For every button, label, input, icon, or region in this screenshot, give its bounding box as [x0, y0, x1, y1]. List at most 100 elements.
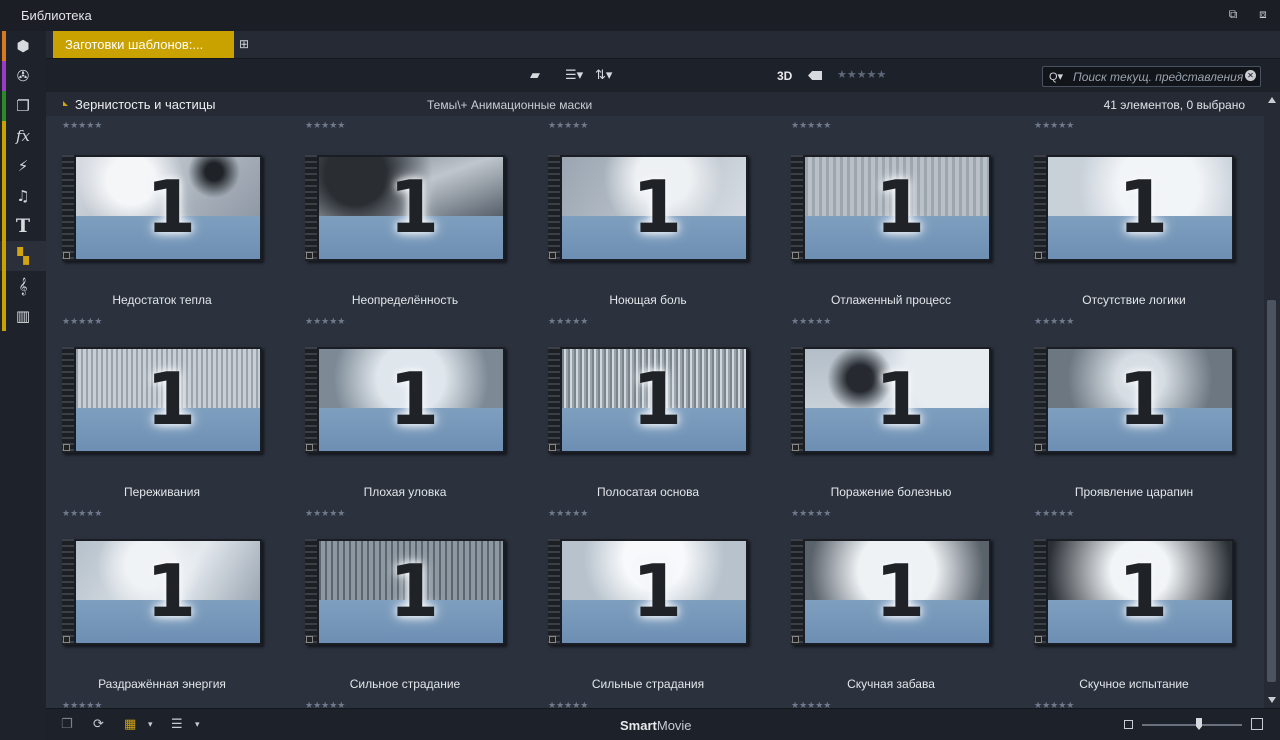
category-sidebar: ⬢ ✇ ❐ fx ⚡ ♫ T ▚ 𝄞 ▥: [0, 31, 46, 740]
properties-corner-icon[interactable]: [306, 252, 313, 259]
copy-icon[interactable]: ❐: [61, 717, 73, 732]
rating-stars[interactable]: ★★★★★: [62, 700, 102, 708]
sort-icon[interactable]: ⇅▾: [595, 68, 612, 83]
template-item[interactable]: 1 Плохая уловка ★★★★★: [289, 317, 509, 518]
restore-icon[interactable]: ⧉: [1226, 7, 1240, 21]
template-thumbnail[interactable]: 1: [1034, 347, 1234, 453]
template-item[interactable]: 1 Скучное испытание ★★★★★: [1018, 509, 1238, 708]
chevron-down-icon[interactable]: ▾: [148, 720, 153, 730]
properties-corner-icon[interactable]: [792, 636, 799, 643]
properties-corner-icon[interactable]: [63, 252, 70, 259]
template-thumbnail[interactable]: 1: [548, 155, 748, 261]
template-name: Проявление царапин: [1074, 485, 1194, 499]
scroll-thumb[interactable]: [1267, 300, 1276, 682]
thumbnail-image: 1: [1048, 541, 1232, 643]
template-item[interactable]: 1 Полосатая основа ★★★★★: [532, 317, 752, 518]
collapse-icon[interactable]: [63, 101, 68, 106]
thumbnail-image: 1: [319, 349, 503, 451]
sidebar-item-titles[interactable]: T: [0, 211, 46, 241]
template-item[interactable]: 1 Сильное страдание ★★★★★: [289, 509, 509, 708]
sync-icon[interactable]: ⟳: [93, 717, 104, 732]
small-thumbnail-icon[interactable]: [1124, 720, 1133, 729]
thumbnail-size-slider[interactable]: [1142, 724, 1242, 726]
grid-view-icon[interactable]: ▦: [124, 717, 136, 732]
rating-stars[interactable]: ★★★★★: [305, 700, 345, 708]
search-icon[interactable]: Q▾: [1049, 70, 1063, 83]
3d-filter-button[interactable]: 3D: [777, 69, 792, 83]
template-thumbnail[interactable]: 1: [1034, 539, 1234, 645]
thumbnail-image: 1: [562, 349, 746, 451]
sidebar-item-transitions[interactable]: ⚡: [0, 151, 46, 181]
sidebar-item-audio[interactable]: ♫: [0, 181, 46, 211]
properties-corner-icon[interactable]: [1035, 636, 1042, 643]
template-thumbnail[interactable]: 1: [62, 347, 262, 453]
template-item[interactable]: 1 Проявление царапин ★★★★★: [1018, 317, 1238, 518]
detach-icon[interactable]: ⧈: [1256, 7, 1270, 21]
rating-stars[interactable]: ★★★★★: [1034, 700, 1074, 708]
thumbnail-number: 1: [146, 357, 197, 441]
scroll-up-icon[interactable]: [1268, 97, 1276, 103]
properties-corner-icon[interactable]: [63, 636, 70, 643]
properties-corner-icon[interactable]: [63, 444, 70, 451]
rating-filter[interactable]: ★★★★★: [837, 68, 886, 81]
template-thumbnail[interactable]: 1: [305, 347, 505, 453]
thumbnail-image: 1: [805, 157, 989, 259]
tab-templates[interactable]: Заготовки шаблонов:...: [53, 31, 234, 58]
search-input[interactable]: [1073, 69, 1243, 84]
vertical-scrollbar[interactable]: [1264, 92, 1280, 708]
properties-corner-icon[interactable]: [1035, 252, 1042, 259]
large-thumbnail-icon[interactable]: [1251, 718, 1263, 730]
sidebar-item-photos[interactable]: ❐: [0, 91, 46, 121]
template-thumbnail[interactable]: 1: [548, 539, 748, 645]
properties-corner-icon[interactable]: [306, 444, 313, 451]
properties-corner-icon[interactable]: [792, 252, 799, 259]
rating-stars[interactable]: ★★★★★: [791, 700, 831, 708]
template-item[interactable]: 1 Переживания ★★★★★: [46, 317, 266, 518]
template-thumbnail[interactable]: 1: [62, 539, 262, 645]
sidebar-item-montage[interactable]: ▚: [0, 241, 46, 271]
rating-stars[interactable]: ★★★★★: [548, 700, 588, 708]
sidebar-item-scorefitter[interactable]: 𝄞: [0, 271, 46, 301]
properties-corner-icon[interactable]: [549, 252, 556, 259]
template-item[interactable]: 1 Сильные страдания ★★★★★: [532, 509, 752, 708]
folder-icon[interactable]: ▰: [530, 68, 540, 83]
scroll-down-icon[interactable]: [1268, 697, 1276, 703]
sidebar-item-projects[interactable]: ⬢: [0, 31, 46, 61]
properties-corner-icon[interactable]: [549, 444, 556, 451]
chevron-down-icon[interactable]: ▾: [195, 720, 200, 730]
list-view-icon[interactable]: ☰▾: [565, 68, 583, 83]
template-thumbnail[interactable]: 1: [62, 155, 262, 261]
template-thumbnail[interactable]: 1: [791, 155, 991, 261]
template-thumbnail[interactable]: 1: [791, 539, 991, 645]
clear-icon[interactable]: ✕: [1245, 70, 1256, 81]
properties-corner-icon[interactable]: [792, 444, 799, 451]
template-item[interactable]: 1 Неопределённость ★★★★★: [289, 125, 509, 326]
menu-icon[interactable]: ☰: [171, 717, 183, 732]
template-item[interactable]: 1 Ноющая боль ★★★★★: [532, 125, 752, 326]
template-item[interactable]: 1 Скучная забава ★★★★★: [775, 509, 995, 708]
template-thumbnail[interactable]: 1: [1034, 155, 1234, 261]
template-item[interactable]: 1 Недостаток тепла ★★★★★: [46, 125, 266, 326]
template-name: Раздражённая энергия: [98, 677, 226, 691]
template-thumbnail[interactable]: 1: [791, 347, 991, 453]
tag-icon[interactable]: [808, 71, 822, 80]
template-item[interactable]: 1 Раздражённая энергия ★★★★★: [46, 509, 266, 708]
sidebar-item-video[interactable]: ✇: [0, 61, 46, 91]
add-tab-icon[interactable]: ⊞: [239, 37, 249, 51]
template-thumbnail[interactable]: 1: [548, 347, 748, 453]
template-name: Полосатая основа: [596, 485, 699, 499]
slider-handle[interactable]: [1196, 718, 1202, 730]
template-item[interactable]: 1 Отсутствие логики ★★★★★: [1018, 125, 1238, 326]
sidebar-item-sound[interactable]: ▥: [0, 301, 46, 331]
smartmovie-logo[interactable]: SmartMovie: [620, 718, 692, 733]
template-thumbnail[interactable]: 1: [305, 539, 505, 645]
properties-corner-icon[interactable]: [306, 636, 313, 643]
group-header[interactable]: Зернистость и частицы Темы\+ Анимационны…: [46, 92, 1264, 116]
montage-icon: ▚: [17, 246, 29, 265]
sidebar-item-effects[interactable]: fx: [0, 121, 46, 151]
template-thumbnail[interactable]: 1: [305, 155, 505, 261]
properties-corner-icon[interactable]: [549, 636, 556, 643]
template-item[interactable]: 1 Поражение болезнью ★★★★★: [775, 317, 995, 518]
template-item[interactable]: 1 Отлаженный процесс ★★★★★: [775, 125, 995, 326]
properties-corner-icon[interactable]: [1035, 444, 1042, 451]
